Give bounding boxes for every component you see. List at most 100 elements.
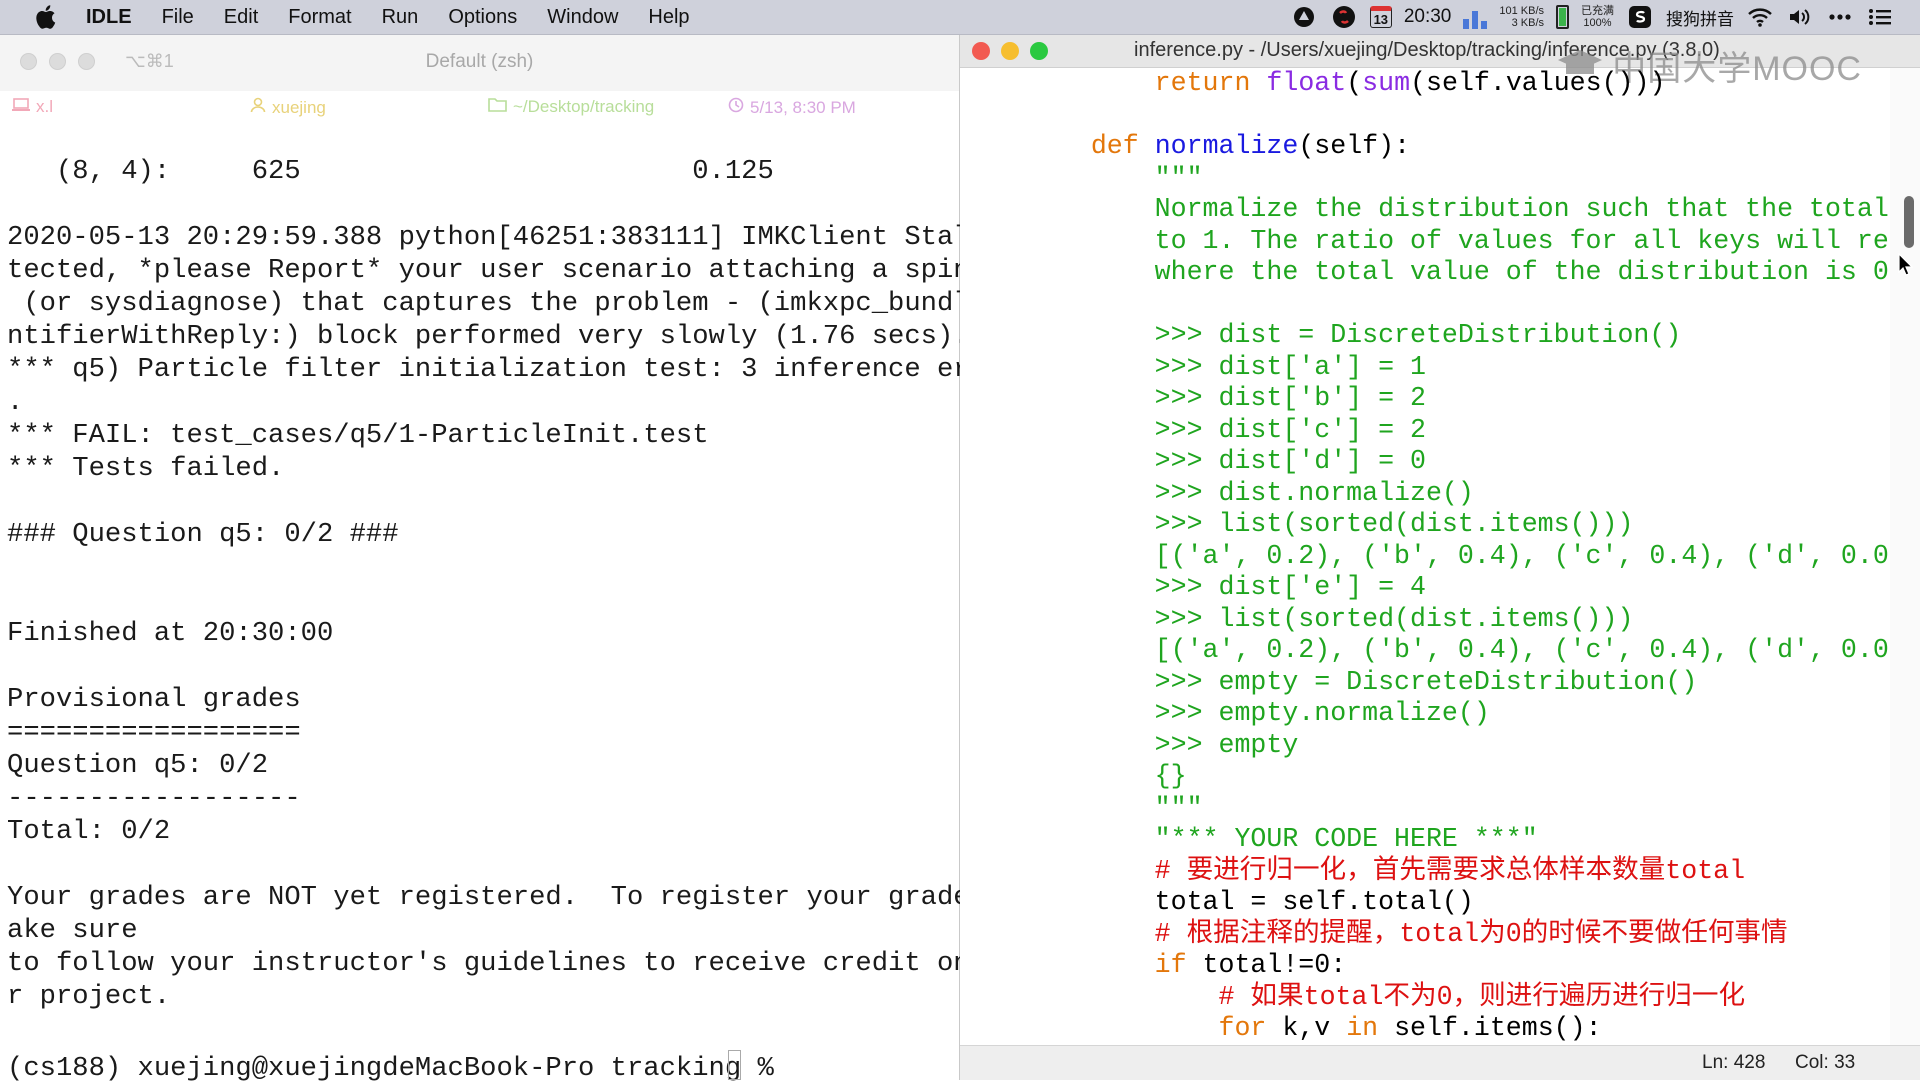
code-line[interactable]: >>> empty.normalize() [1027,698,1890,730]
zoom-button[interactable] [1030,42,1048,60]
menu-options[interactable]: Options [448,6,517,29]
code-line[interactable]: >>> dist = DiscreteDistribution() [1027,320,1890,352]
vertical-scrollbar[interactable] [1890,68,1920,1046]
code-token: normalize [1154,131,1299,161]
code-line[interactable]: """ [1027,163,1890,195]
code-token: >>> empty.normalize() [1027,698,1490,728]
code-line[interactable]: >>> empty [1027,730,1890,762]
user-label: xuejing [272,97,326,117]
wifi-icon[interactable] [1746,3,1774,31]
terminal-titlebar[interactable]: ⌥⌘1 Default (zsh) [0,35,959,91]
code-token: (self.values())) [1410,68,1666,98]
code-line[interactable]: to 1. The ratio of values for all keys w… [1027,226,1890,258]
code-token: >>> dist.normalize() [1027,477,1474,508]
code-line[interactable] [1027,100,1890,132]
menu-help[interactable]: Help [648,6,689,29]
sogou-icon[interactable] [1626,3,1654,31]
line-indicator: Ln: 428 [1702,1052,1766,1073]
code-token: # 根据注释的提醒，total为0的时候不要做任何事情 [1027,918,1788,949]
terminal-output[interactable]: (8, 4): 625 0.125 2020-05-13 20:29:59.38… [7,155,1035,1013]
code-token: "*** YOUR CODE HERE ***" [1027,824,1538,854]
code-line[interactable]: >>> list(sorted(dist.items())) [1027,509,1890,541]
code-line[interactable]: where the total value of the distributio… [1027,257,1890,289]
code-line[interactable]: >>> dist['c'] = 2 [1027,415,1890,447]
code-line[interactable]: total = self.total() [1027,887,1890,919]
menu-app-name[interactable]: IDLE [86,6,132,29]
code-token: [('a', 0.2), ('b', 0.4), ('c', 0.4), ('d… [1027,540,1890,571]
menu-bar: IDLE File Edit Format Run Options Window… [0,0,1920,35]
menu-file[interactable]: File [162,6,194,29]
user-icon [250,97,266,118]
terminal-prompt[interactable]: (cs188) xuejing@xuejingdeMacBook-Pro tra… [7,1052,790,1085]
network-speed[interactable]: 101 KB/s 3 KB/s [1499,5,1544,29]
scrollbar-thumb[interactable] [1904,196,1914,248]
code-line[interactable] [1027,289,1890,321]
code-token: """ [1027,162,1203,193]
input-method-label[interactable]: 搜狗拼音 [1666,5,1734,30]
network-down: 3 KB/s [1511,17,1544,29]
code-token: (self): [1298,131,1411,161]
code-line[interactable]: >>> empty = DiscreteDistribution() [1027,667,1890,699]
code-area[interactable]: return float(sum(self.values())) def nor… [960,68,1890,1046]
menu-window[interactable]: Window [547,6,618,29]
code-line[interactable]: # 要进行归一化，首先需要求总体样本数量total [1027,856,1890,888]
code-line[interactable]: def normalize(self): [1027,131,1890,163]
menu-format[interactable]: Format [288,6,351,29]
code-line[interactable]: [('a', 0.2), ('b', 0.4), ('c', 0.4), ('d… [1027,541,1890,573]
code-token: >>> empty [1027,729,1299,760]
volume-icon[interactable] [1786,3,1814,31]
code-line[interactable]: "*** YOUR CODE HERE ***" [1027,824,1890,856]
code-token: >>> empty = DiscreteDistribution() [1027,666,1698,697]
battery-text[interactable]: 已充满 100% [1581,5,1614,29]
battery-status: 已充满 [1581,5,1614,17]
column-indicator: Col: 33 [1795,1052,1856,1073]
code-line[interactable]: >>> dist['a'] = 1 [1027,352,1890,384]
calendar-icon[interactable]: 13 [1369,6,1392,28]
shazam-icon[interactable] [1330,3,1358,31]
menu-run[interactable]: Run [382,6,419,29]
code-token: sum [1362,68,1411,98]
code-line[interactable]: >>> list(sorted(dist.items())) [1027,604,1890,636]
code-line[interactable]: Normalize the distribution such that the… [1027,194,1890,226]
cpu-meter-icon[interactable] [1463,5,1488,29]
code-token: # 如果total不为0，则进行遍历进行归一化 [1027,981,1746,1012]
close-button[interactable] [972,42,990,60]
code-line[interactable]: >>> dist['b'] = 2 [1027,383,1890,415]
code-line[interactable]: # 根据注释的提醒，total为0的时候不要做任何事情 [1027,919,1890,951]
code-line[interactable]: """ [1027,793,1890,825]
code-line[interactable]: return float(sum(self.values())) [1027,68,1890,100]
menu-edit[interactable]: Edit [224,6,258,29]
terminal-window: ⌥⌘1 Default (zsh) x.l xuejing ~/Desktop/… [0,35,1035,1080]
code-token: if [1154,950,1187,980]
code-line[interactable]: [('a', 0.2), ('b', 0.4), ('c', 0.4), ('d… [1027,635,1890,667]
code-token: >>> dist['b'] = 2 [1027,383,1426,413]
code-token: return [1154,68,1251,98]
apple-icon[interactable] [28,4,62,30]
code-line[interactable]: >>> dist['e'] = 4 [1027,572,1890,604]
app-status-icon[interactable] [1290,3,1318,31]
minimize-button[interactable] [1001,42,1019,60]
control-center-icon[interactable] [1866,3,1894,31]
more-icon[interactable] [1826,3,1854,31]
code-line[interactable]: for k,v in self.items(): [1027,1013,1890,1045]
host-info: x.l [12,97,53,117]
folder-icon [488,97,507,117]
code-line[interactable]: if total!=0: [1027,950,1890,982]
code-line[interactable]: >>> dist.normalize() [1027,478,1890,510]
code-line[interactable]: {} [1027,761,1890,793]
code-token: for [1218,1013,1267,1043]
battery-icon[interactable] [1556,5,1569,29]
host-label: x.l [36,97,53,116]
path-info: ~/Desktop/tracking [488,97,654,117]
clock-time[interactable]: 20:30 [1404,6,1452,28]
datetime-info: 5/13, 8:30 PM [728,97,856,118]
code-line[interactable]: # 如果total不为0，则进行遍历进行归一化 [1027,982,1890,1014]
code-line[interactable]: >>> dist['d'] = 0 [1027,446,1890,478]
battery-percent: 100% [1583,17,1612,29]
code-token: def [1090,131,1139,161]
code-token: total!=0: [1186,950,1347,980]
status-area: 13 20:30 101 KB/s 3 KB/s 已充满 100% 搜狗拼音 [1290,0,1894,34]
